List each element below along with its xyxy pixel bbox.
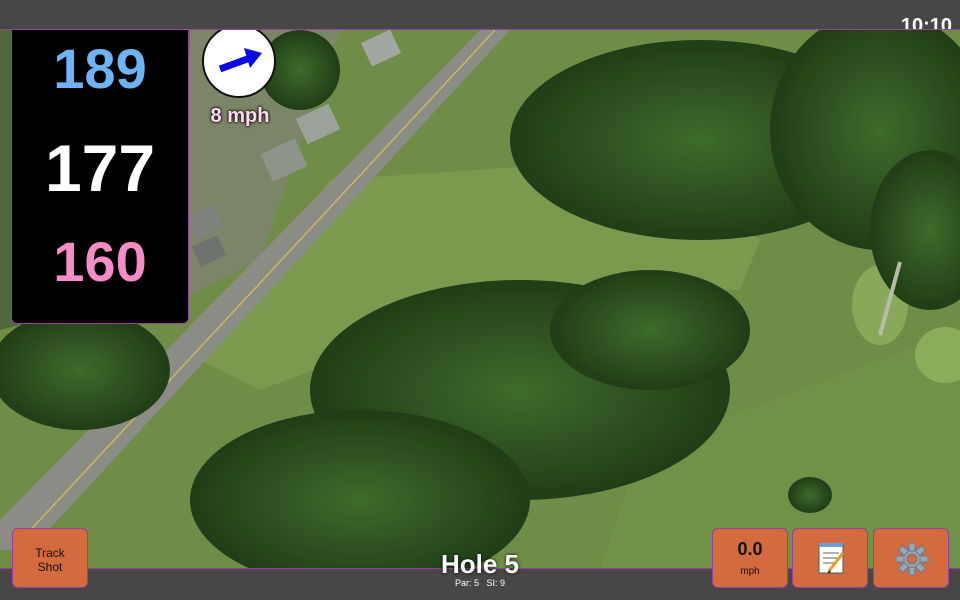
- hole-info: Par: 5 SI: 9: [380, 578, 580, 588]
- center-distance: 177: [44, 131, 156, 205]
- settings-button[interactable]: [873, 528, 949, 588]
- front-distance: 160: [53, 230, 147, 293]
- notes-button[interactable]: [792, 528, 868, 588]
- gear-icon: [895, 542, 929, 576]
- course-map[interactable]: 189 177 160 8 mph: [0, 29, 960, 569]
- hole-si: SI: 9: [486, 578, 506, 588]
- speed-value: 0.0: [737, 539, 763, 559]
- back-distance: 189: [53, 37, 147, 100]
- arrow-right-icon: [218, 48, 262, 73]
- top-bar: 10:10: [0, 0, 960, 37]
- speed-unit: mph: [740, 566, 760, 577]
- track-shot-label: Track Shot: [35, 546, 65, 574]
- hole-title: Hole 5: [440, 549, 520, 579]
- hole-par: Par: 5: [454, 578, 479, 588]
- distance-panel[interactable]: 189 177 160: [11, 30, 189, 324]
- track-shot-button[interactable]: Track Shot: [12, 528, 88, 588]
- notepad-icon: [818, 543, 845, 574]
- wind-indicator[interactable]: [202, 30, 276, 98]
- speed-button[interactable]: 0.0 mph: [712, 528, 788, 588]
- wind-speed: 8 mph: [210, 105, 270, 127]
